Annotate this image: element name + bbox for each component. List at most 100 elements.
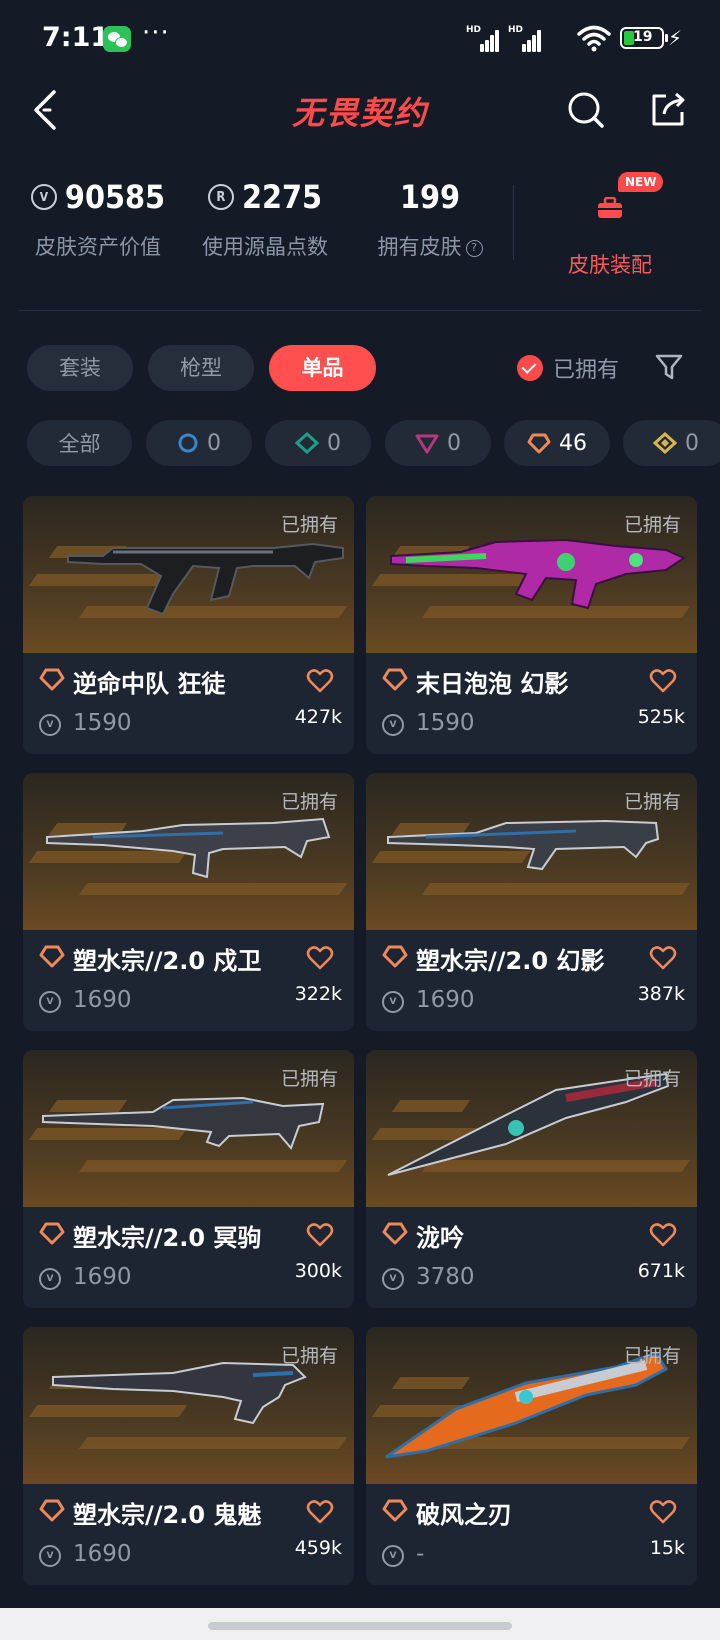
skin-price: 1590 (416, 710, 475, 736)
skin-price: 1590 (73, 710, 132, 736)
exclusive-tier-icon (382, 668, 408, 691)
stat-skin-value: 90585 皮肤资产价值 (28, 175, 168, 261)
like-count: 671k (637, 1260, 685, 1282)
exclusive-tier-icon (382, 945, 408, 968)
skin-card[interactable]: 已拥有泷吟 V 3780 671k (366, 1050, 697, 1308)
heart-icon[interactable] (649, 1222, 677, 1248)
skin-price: 3780 (416, 1264, 475, 1290)
exclusive-tier-icon (382, 1499, 408, 1522)
skin-card[interactable]: 已拥有 破风之刃 V - 15k (366, 1327, 697, 1585)
tab-weapon-type[interactable]: 枪型 (148, 345, 254, 391)
select-tier-icon (178, 433, 198, 453)
home-indicator[interactable] (208, 1622, 512, 1630)
skin-card[interactable]: 已拥有 塑水宗//2.0 鬼魅 V 1690 459k (23, 1327, 354, 1585)
signal-icon-1: HD (466, 25, 500, 52)
skin-image: 已拥有 (23, 1050, 354, 1207)
wifi-icon (577, 25, 611, 52)
heart-icon[interactable] (649, 1499, 677, 1525)
charging-icon: ⚡ (668, 26, 683, 50)
wechat-icon (103, 26, 131, 52)
heart-icon[interactable] (306, 668, 334, 694)
valorant-points-icon: V (382, 714, 404, 736)
skin-image: 已拥有 (366, 1050, 697, 1207)
skin-name: 逆命中队 狂徒 (73, 670, 226, 698)
skin-price: 1690 (73, 1541, 132, 1567)
heart-icon[interactable] (306, 1499, 334, 1525)
search-icon[interactable] (566, 90, 606, 130)
skin-image: 已拥有 (366, 773, 697, 930)
share-icon[interactable] (648, 90, 688, 130)
skin-name: 塑水宗//2.0 冥驹 (73, 1224, 262, 1252)
valorant-points-icon: V (39, 1268, 61, 1290)
filter-icon[interactable] (654, 352, 684, 382)
owned-label: 已拥有 (280, 514, 338, 536)
exclusive-tier-icon (39, 1499, 65, 1522)
tab-single-items[interactable]: 单品 (269, 345, 376, 391)
heart-icon[interactable] (306, 1222, 334, 1248)
valorant-points-icon: V (39, 991, 61, 1013)
skin-price: 1690 (416, 987, 475, 1013)
divider (18, 310, 702, 311)
valorant-points-icon: V (382, 991, 404, 1013)
exclusive-tier-icon (382, 1222, 408, 1245)
skin-price: - (416, 1541, 425, 1567)
heart-icon[interactable] (649, 668, 677, 694)
owned-label: 已拥有 (280, 1068, 338, 1090)
skin-image: 已拥有 (23, 773, 354, 930)
like-count: 322k (294, 983, 342, 1005)
like-count: 15k (649, 1537, 685, 1559)
skin-image: 已拥有 (366, 496, 697, 653)
skin-image: 已拥有 (23, 1327, 354, 1484)
skin-image: 已拥有 (366, 1327, 697, 1484)
chip-deluxe-tier[interactable]: 0 (265, 420, 371, 466)
heart-icon[interactable] (306, 945, 334, 971)
help-icon[interactable]: ? (465, 239, 483, 257)
tab-sets[interactable]: 套装 (27, 345, 133, 391)
valorant-points-icon: V (382, 1268, 404, 1290)
owned-filter-toggle[interactable]: 已拥有 (517, 352, 619, 384)
skin-price: 1690 (73, 1264, 132, 1290)
skin-name: 塑水宗//2.0 幻影 (416, 947, 605, 975)
exclusive-tier-icon (39, 1222, 65, 1245)
chip-all[interactable]: 全部 (27, 420, 132, 466)
new-badge: NEW (618, 172, 664, 192)
like-count: 459k (294, 1537, 342, 1559)
skin-name: 破风之刃 (416, 1501, 512, 1529)
owned-label: 已拥有 (623, 791, 681, 813)
loadout-icon (598, 196, 622, 218)
skin-card[interactable]: 已拥有塑水宗//2.0 冥驹 V 1690 300k (23, 1050, 354, 1308)
radianite-icon: R (207, 184, 234, 210)
skin-image: 已拥有 (23, 496, 354, 653)
page-title: 无畏契约 (291, 94, 428, 132)
chip-select-tier[interactable]: 0 (146, 420, 252, 466)
skin-card[interactable]: 已拥有塑水宗//2.0 幻影 V 1690 387k (366, 773, 697, 1031)
heart-icon[interactable] (649, 945, 677, 971)
chip-ultra-tier[interactable]: 0 (623, 420, 720, 466)
valorant-points-icon: V (39, 714, 61, 736)
like-count: 525k (637, 706, 685, 728)
asset-stats: 90585 皮肤资产价值 R2275 使用源晶点数 199 拥有皮肤? 皮肤装配 (0, 175, 720, 277)
more-notifications-icon: ··· (142, 18, 170, 48)
skin-name: 塑水宗//2.0 鬼魅 (73, 1501, 262, 1529)
rarity-filter-chips: 全部 0 0 0 46 0 (0, 420, 720, 468)
like-count: 300k (294, 1260, 342, 1282)
owned-label: 已拥有 (280, 791, 338, 813)
signal-icon-2: HD (508, 25, 542, 52)
skin-name: 泷吟 (416, 1224, 464, 1252)
owned-label: 已拥有 (623, 1345, 681, 1367)
owned-label: 已拥有 (623, 1068, 681, 1090)
skin-card[interactable]: 已拥有 逆命中队 狂徒 V 1590 427k (23, 496, 354, 754)
valorant-points-icon (30, 184, 57, 210)
exclusive-tier-icon (39, 668, 65, 691)
chip-premium-tier[interactable]: 0 (385, 420, 491, 466)
owned-label: 已拥有 (623, 514, 681, 536)
skin-card[interactable]: 已拥有末日泡泡 幻影 V 1590 525k (366, 496, 697, 754)
exclusive-tier-icon (527, 433, 551, 454)
skin-name: 末日泡泡 幻影 (416, 670, 569, 698)
status-bar: 7:11 ··· HD HD 19 ⚡ (0, 0, 720, 78)
like-count: 387k (637, 983, 685, 1005)
skin-card[interactable]: 已拥有 塑水宗//2.0 戍卫 V 1690 322k (23, 773, 354, 1031)
divider (513, 185, 514, 260)
chip-exclusive-tier[interactable]: 46 (504, 420, 610, 466)
skin-price: 1690 (73, 987, 132, 1013)
